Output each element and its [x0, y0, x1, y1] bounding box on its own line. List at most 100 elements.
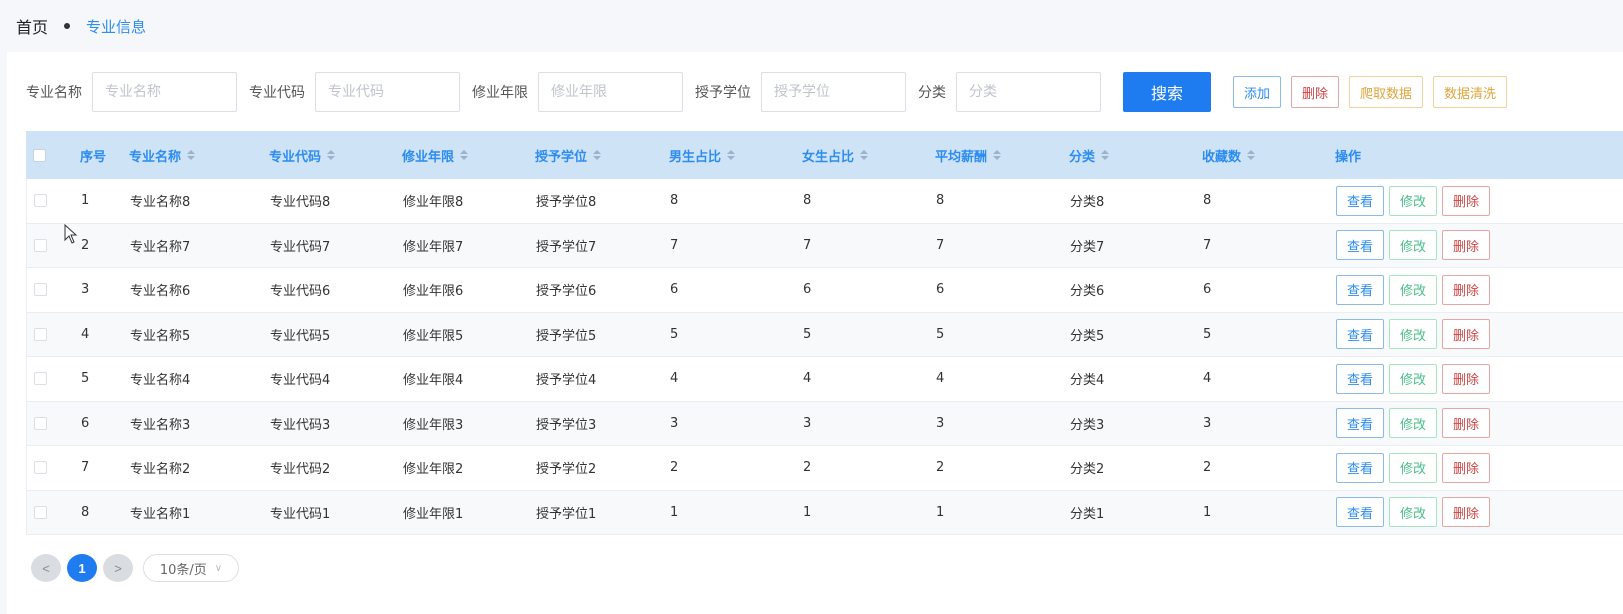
edit-button[interactable]: 修改 — [1389, 452, 1437, 483]
cell-years: 修业年限4 — [403, 373, 464, 389]
header-code[interactable]: 专业代码 — [269, 146, 336, 165]
cell-years: 修业年限8 — [403, 195, 464, 211]
sort-icon[interactable] — [993, 150, 1002, 160]
filter-input-category[interactable] — [956, 72, 1101, 112]
header-index: 序号 — [80, 149, 107, 165]
edit-button[interactable]: 修改 — [1389, 363, 1437, 394]
edit-button[interactable]: 修改 — [1389, 408, 1437, 439]
edit-button[interactable]: 修改 — [1389, 230, 1437, 261]
batch-delete-button[interactable]: 删除 — [1291, 76, 1340, 108]
delete-button[interactable]: 删除 — [1442, 363, 1490, 394]
sort-icon[interactable] — [860, 150, 869, 160]
edit-button[interactable]: 修改 — [1389, 274, 1437, 305]
page-1-button[interactable]: 1 — [67, 554, 97, 582]
filter-input-code[interactable] — [315, 72, 460, 112]
edit-button[interactable]: 修改 — [1389, 497, 1437, 528]
add-button[interactable]: 添加 — [1233, 76, 1282, 108]
clean-data-button[interactable]: 数据清洗 — [1433, 76, 1508, 108]
cell-salary: 6 — [936, 282, 945, 298]
select-all-checkbox[interactable] — [33, 148, 46, 162]
row-checkbox[interactable] — [34, 372, 47, 386]
delete-button[interactable]: 删除 — [1442, 185, 1490, 216]
header-actions: 操作 — [1335, 149, 1362, 165]
cell-code: 专业代码5 — [270, 328, 331, 344]
delete-button[interactable]: 删除 — [1442, 230, 1490, 261]
view-button[interactable]: 查看 — [1336, 274, 1384, 305]
row-checkbox[interactable] — [34, 327, 47, 341]
row-checkbox[interactable] — [34, 505, 47, 519]
sort-icon[interactable] — [460, 150, 469, 160]
view-button[interactable]: 查看 — [1336, 319, 1384, 350]
sort-icon[interactable] — [727, 150, 736, 160]
view-button[interactable]: 查看 — [1336, 185, 1384, 216]
breadcrumb: 首页 专业信息 — [16, 14, 146, 38]
cell-degree: 授予学位5 — [536, 328, 597, 344]
row-checkbox[interactable] — [34, 194, 47, 208]
cell-male-ratio: 4 — [670, 371, 679, 387]
sort-icon[interactable] — [1247, 150, 1256, 160]
row-actions: 查看 修改 删除 — [1336, 363, 1490, 394]
cell-male-ratio: 6 — [670, 282, 679, 298]
table-row: 8 专业名称1 专业代码1 修业年限1 授予学位1 1 1 1 分类1 1 查看 修改 删除 — [26, 490, 1623, 535]
delete-button[interactable]: 删除 — [1442, 452, 1490, 483]
next-page-button[interactable]: > — [103, 554, 133, 582]
delete-button[interactable]: 删除 — [1442, 408, 1490, 439]
edit-button[interactable]: 修改 — [1389, 319, 1437, 350]
delete-button[interactable]: 删除 — [1442, 497, 1490, 528]
sort-icon[interactable] — [593, 150, 602, 160]
header-male-ratio[interactable]: 男生占比 — [669, 146, 736, 165]
breadcrumb-home[interactable]: 首页 — [16, 14, 48, 38]
cell-name: 专业名称3 — [130, 417, 191, 433]
sort-icon[interactable] — [187, 150, 196, 160]
header-female-ratio[interactable]: 女生占比 — [802, 146, 869, 165]
row-checkbox[interactable] — [34, 283, 47, 297]
filter-input-years[interactable] — [538, 72, 683, 112]
cell-salary: 4 — [936, 371, 945, 387]
sort-icon[interactable] — [1101, 150, 1110, 160]
cell-degree: 授予学位3 — [536, 417, 597, 433]
cell-name: 专业名称4 — [130, 373, 191, 389]
header-name[interactable]: 专业名称 — [129, 146, 196, 165]
header-salary[interactable]: 平均薪酬 — [935, 146, 1002, 165]
sort-icon[interactable] — [327, 150, 336, 160]
edit-button[interactable]: 修改 — [1389, 185, 1437, 216]
cell-index: 3 — [81, 282, 90, 298]
row-checkbox[interactable] — [34, 461, 47, 475]
filter-input-degree[interactable] — [761, 72, 906, 112]
header-favorites[interactable]: 收藏数 — [1202, 146, 1256, 165]
row-checkbox[interactable] — [34, 238, 47, 252]
cell-years: 修业年限7 — [403, 239, 464, 255]
prev-page-button[interactable]: < — [31, 554, 61, 582]
cell-name: 专业名称7 — [130, 239, 191, 255]
view-button[interactable]: 查看 — [1336, 230, 1384, 261]
cell-favorites: 4 — [1203, 371, 1212, 387]
page-size-select[interactable]: 10条/页 ∨ — [143, 554, 239, 582]
view-button[interactable]: 查看 — [1336, 408, 1384, 439]
filter-input-name[interactable] — [92, 72, 237, 112]
cell-category: 分类1 — [1070, 506, 1105, 522]
cell-salary: 8 — [936, 193, 945, 209]
cell-favorites: 6 — [1203, 282, 1212, 298]
cell-male-ratio: 7 — [670, 237, 679, 253]
view-button[interactable]: 查看 — [1336, 497, 1384, 528]
cell-degree: 授予学位8 — [536, 195, 597, 211]
header-years[interactable]: 修业年限 — [402, 146, 469, 165]
delete-button[interactable]: 删除 — [1442, 319, 1490, 350]
cell-female-ratio: 4 — [803, 371, 812, 387]
table-row: 5 专业名称4 专业代码4 修业年限4 授予学位4 4 4 4 分类4 4 查看 修改 删除 — [26, 357, 1623, 402]
view-button[interactable]: 查看 — [1336, 363, 1384, 394]
search-button[interactable]: 搜索 — [1123, 72, 1211, 112]
cell-degree: 授予学位7 — [536, 239, 597, 255]
view-button[interactable]: 查看 — [1336, 452, 1384, 483]
header-category[interactable]: 分类 — [1069, 146, 1110, 165]
cell-category: 分类4 — [1070, 373, 1105, 389]
cell-index: 8 — [81, 504, 90, 520]
cell-category: 分类5 — [1070, 328, 1105, 344]
header-degree[interactable]: 授予学位 — [535, 146, 602, 165]
breadcrumb-current: 专业信息 — [86, 17, 147, 36]
row-actions: 查看 修改 删除 — [1336, 274, 1490, 305]
crawl-data-button[interactable]: 爬取数据 — [1349, 76, 1424, 108]
cell-salary: 5 — [936, 326, 945, 342]
delete-button[interactable]: 删除 — [1442, 274, 1490, 305]
row-checkbox[interactable] — [34, 416, 47, 430]
